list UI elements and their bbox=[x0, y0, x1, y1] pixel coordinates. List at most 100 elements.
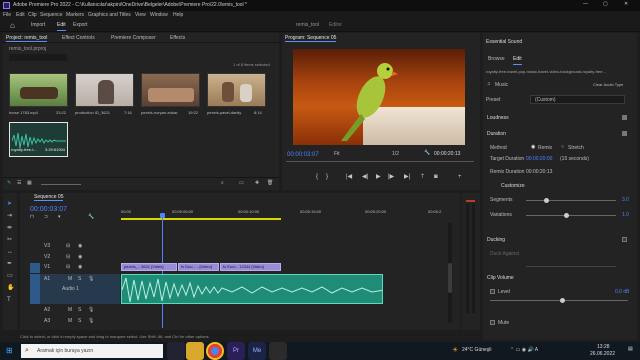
preset-dropdown[interactable]: (Custom) bbox=[530, 95, 625, 104]
lock-icon[interactable]: ⊟ bbox=[66, 255, 70, 260]
windows-start-icon[interactable]: ⊞ bbox=[6, 347, 13, 355]
menu-help[interactable]: Help bbox=[173, 13, 183, 18]
slip-icon[interactable]: ↔ bbox=[7, 249, 13, 255]
center-tab-project[interactable]: remis_tool bbox=[296, 23, 319, 28]
playhead[interactable] bbox=[162, 214, 163, 328]
variations-slider[interactable] bbox=[526, 213, 616, 218]
search-field[interactable] bbox=[9, 54, 67, 61]
segments-value[interactable]: 3.0 bbox=[622, 198, 629, 203]
mic-icon[interactable]: 🎙 bbox=[88, 319, 94, 324]
timeline-scrollbar[interactable] bbox=[448, 223, 452, 323]
menu-file[interactable]: File bbox=[3, 13, 11, 18]
playhead-handle[interactable] bbox=[160, 213, 165, 218]
trash-icon[interactable]: 🗑 bbox=[267, 181, 273, 186]
snap-icon[interactable]: ⊓ bbox=[30, 215, 34, 220]
stretch-radio[interactable]: ○ bbox=[561, 145, 564, 150]
linked-icon[interactable]: ⊃ bbox=[44, 215, 48, 220]
menu-window[interactable]: Window bbox=[150, 13, 168, 18]
rectangle-icon[interactable]: ▭ bbox=[7, 273, 13, 279]
premiere-icon[interactable]: Pr bbox=[227, 342, 245, 360]
tab-browse[interactable]: Browse bbox=[488, 57, 505, 62]
new-item-icon[interactable]: ✚ bbox=[255, 181, 259, 186]
menu-graphics[interactable]: Graphics and Titles bbox=[88, 13, 131, 18]
play-icon[interactable]: ▶ bbox=[376, 174, 381, 180]
thumbnail-pexels-noryan[interactable] bbox=[141, 73, 200, 107]
target-duration-value[interactable]: 00:00:20:00 bbox=[526, 157, 552, 162]
mute-icon[interactable]: M bbox=[68, 308, 72, 313]
go-to-out-icon[interactable]: ▶| bbox=[404, 174, 410, 180]
sequence-tab[interactable]: Sequence 05 bbox=[34, 195, 64, 201]
remix-radio[interactable]: ◉ bbox=[531, 145, 535, 150]
segments-slider[interactable] bbox=[526, 198, 616, 203]
maximize-icon[interactable]: ▢ bbox=[603, 2, 608, 7]
camera-icon[interactable]: ◙ bbox=[434, 174, 438, 180]
folder-icon[interactable]: ▭ bbox=[239, 181, 244, 186]
clock-time[interactable]: 13:28 bbox=[597, 345, 610, 350]
level-slider[interactable] bbox=[490, 298, 628, 303]
menu-clip[interactable]: Clip bbox=[28, 13, 37, 18]
close-icon[interactable]: ✕ bbox=[624, 2, 628, 7]
add-button-icon[interactable]: + bbox=[458, 174, 462, 180]
video-clip[interactable]: fx Duo - ...[Video] bbox=[178, 263, 219, 271]
hand-icon[interactable]: ✋ bbox=[7, 285, 14, 291]
tab-effects[interactable]: Effects bbox=[170, 36, 185, 41]
menu-view[interactable]: View bbox=[135, 13, 146, 18]
home-icon[interactable]: ⌂ bbox=[10, 22, 15, 30]
ducking-checkbox[interactable] bbox=[622, 237, 627, 242]
playhead-bar[interactable] bbox=[286, 161, 474, 164]
audio-clip[interactable] bbox=[121, 274, 383, 304]
tab-export[interactable]: Export bbox=[73, 23, 87, 28]
minimize-icon[interactable]: — bbox=[583, 2, 588, 7]
file-explorer-icon[interactable] bbox=[186, 342, 204, 360]
center-tab-editor[interactable]: Editor bbox=[329, 23, 342, 28]
marker-icon[interactable]: ▾ bbox=[58, 215, 61, 220]
pen-icon[interactable]: ✒ bbox=[7, 261, 12, 267]
mute-checkbox[interactable] bbox=[490, 320, 495, 325]
level-value[interactable]: 0.0 dB bbox=[615, 290, 629, 295]
mute-icon[interactable]: M bbox=[68, 319, 72, 324]
ratio-dropdown[interactable]: 1/2 bbox=[392, 152, 399, 157]
solo-icon[interactable]: S bbox=[78, 319, 81, 324]
menu-sequence[interactable]: Sequence bbox=[40, 13, 63, 18]
notification-icon[interactable]: ▤ bbox=[628, 347, 633, 352]
step-back-icon[interactable]: ◀| bbox=[362, 174, 368, 180]
tab-effect-controls[interactable]: Effect Controls bbox=[62, 36, 95, 41]
selection-tool-icon[interactable]: ➤ bbox=[7, 201, 12, 207]
go-to-in-icon[interactable]: |◀ bbox=[346, 174, 352, 180]
eye-icon[interactable]: ◉ bbox=[78, 244, 82, 249]
tray-icons[interactable]: ⌃ ▭ ◉ 🔊 A bbox=[510, 348, 538, 353]
pencil-icon[interactable]: ✎ bbox=[7, 181, 11, 186]
thumbnail-horse[interactable] bbox=[9, 73, 68, 107]
duration-header[interactable]: Duration bbox=[487, 132, 506, 137]
list-view-icon[interactable]: ☰ bbox=[17, 181, 21, 186]
clear-audio-type-button[interactable]: Clear Audio Type bbox=[593, 83, 623, 87]
track-select-icon[interactable]: ⇥ bbox=[7, 213, 12, 219]
clip-volume-header[interactable]: Clip Volume bbox=[487, 276, 514, 281]
timeline-timecode[interactable]: 00:00:03:07 bbox=[30, 206, 67, 213]
ducking-header[interactable]: Ducking bbox=[487, 238, 505, 243]
thumbnail-production[interactable] bbox=[75, 73, 134, 107]
eye-icon[interactable]: ◉ bbox=[78, 265, 82, 270]
level-checkbox[interactable] bbox=[490, 289, 495, 294]
media-encoder-icon[interactable]: Me bbox=[248, 342, 266, 360]
video-clip[interactable]: fx Euro - 12344 [Video] bbox=[220, 263, 281, 271]
clock-date[interactable]: 26.06.2022 bbox=[590, 352, 615, 357]
type-icon[interactable]: T bbox=[7, 297, 11, 303]
wrench-icon[interactable]: 🔧 bbox=[424, 151, 430, 156]
task-view-icon[interactable] bbox=[167, 342, 185, 360]
chrome-icon[interactable] bbox=[206, 342, 224, 360]
camera-app-icon[interactable] bbox=[269, 342, 287, 360]
tab-import[interactable]: Import bbox=[31, 23, 45, 28]
variations-value[interactable]: 1.0 bbox=[622, 213, 629, 218]
loudness-header[interactable]: Loudness bbox=[487, 116, 509, 121]
tab-project[interactable]: Project: remis_tool bbox=[6, 36, 48, 42]
solo-icon[interactable]: S bbox=[78, 308, 81, 313]
lock-icon[interactable]: ⊟ bbox=[66, 244, 70, 249]
lock-icon[interactable]: ⊟ bbox=[66, 265, 70, 270]
loudness-checkbox[interactable] bbox=[622, 115, 627, 120]
weather-text[interactable]: 24°C Güneşli bbox=[462, 348, 492, 353]
taskbar-search[interactable]: ⌕ Aramak için buraya yazın bbox=[21, 344, 163, 358]
ripple-edit-icon[interactable]: ⇹ bbox=[7, 225, 12, 231]
mark-in-icon[interactable]: { bbox=[316, 174, 318, 180]
mic-icon[interactable]: 🎙 bbox=[88, 308, 94, 313]
